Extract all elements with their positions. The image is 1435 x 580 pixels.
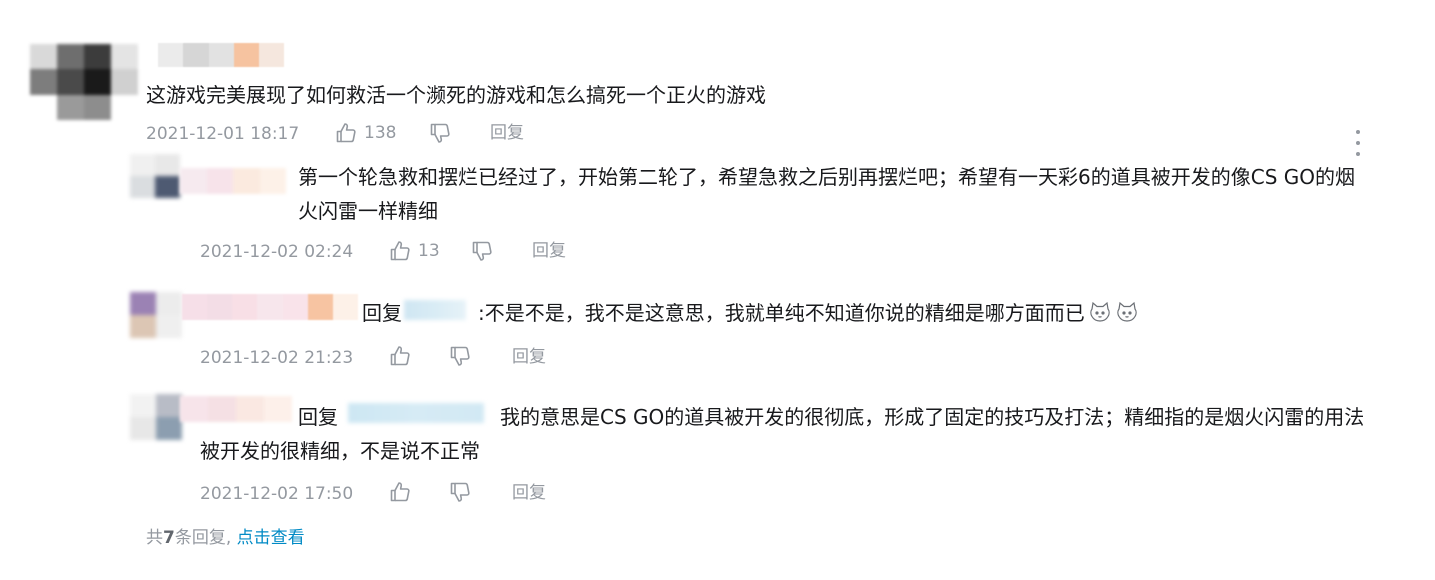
view-all-replies-link[interactable]: 点击查看 bbox=[237, 528, 305, 548]
reply-time: 2021-12-02 21:23 bbox=[200, 348, 354, 368]
thumbs-up-icon bbox=[390, 241, 410, 261]
like-count: 13 bbox=[418, 241, 440, 261]
reply-button[interactable]: 回复 bbox=[512, 345, 546, 369]
reply-button[interactable]: 回复 bbox=[512, 481, 546, 505]
reply-text: 第一个轮急救和摆烂已经过了，开始第二轮了，希望急救之后别再摆烂吧；希望有一天彩6… bbox=[298, 160, 1373, 228]
thumbs-down-icon bbox=[430, 123, 450, 143]
like-button[interactable]: 138 bbox=[334, 121, 396, 145]
dislike-button[interactable] bbox=[470, 239, 494, 263]
like-button[interactable] bbox=[388, 344, 412, 368]
thumbs-down-icon bbox=[450, 346, 470, 366]
reply-label: 回复 bbox=[532, 241, 566, 261]
reply-label: 回复 bbox=[512, 347, 546, 367]
cat-face-emoji bbox=[1090, 301, 1110, 322]
kebab-dot bbox=[1356, 152, 1360, 156]
reply-text-content: :不是不是，我不是这意思，我就单纯不知道你说的精细是哪方面而已 bbox=[478, 301, 1085, 325]
reply-label: 回复 bbox=[512, 483, 546, 503]
reply-text-content: 第一个轮急救和摆烂已经过了，开始第二轮了，希望急救之后别再摆烂吧；希望有一天彩6… bbox=[298, 165, 1355, 223]
more-vertical-icon[interactable] bbox=[1350, 130, 1366, 156]
like-button[interactable] bbox=[388, 480, 412, 504]
reply-avatar[interactable] bbox=[130, 154, 180, 198]
thumbs-up-icon bbox=[336, 123, 356, 143]
reply-button[interactable]: 回复 bbox=[490, 121, 524, 145]
comment-text: 这游戏完美展现了如何救活一个濒死的游戏和怎么搞死一个正火的游戏 bbox=[146, 83, 766, 107]
username-redacted[interactable] bbox=[108, 43, 284, 67]
dislike-button[interactable] bbox=[428, 121, 452, 145]
footer-prefix: 共 bbox=[146, 528, 163, 548]
reply-avatar[interactable] bbox=[130, 292, 182, 338]
reply-count-summary: 共7条回复, 点击查看 bbox=[146, 523, 305, 548]
comment-time: 2021-12-01 18:17 bbox=[146, 124, 300, 144]
dislike-button[interactable] bbox=[448, 344, 472, 368]
reply-prefix: 回复 bbox=[362, 301, 402, 325]
thumbs-down-icon bbox=[450, 482, 470, 502]
reply-text: :不是不是，我不是这意思，我就单纯不知道你说的精细是哪方面而已 bbox=[478, 296, 1139, 330]
reply-label: 回复 bbox=[490, 123, 524, 143]
thumbs-down-icon bbox=[472, 241, 492, 261]
like-button[interactable]: 13 bbox=[388, 239, 440, 263]
dislike-button[interactable] bbox=[448, 480, 472, 504]
reply-time: 2021-12-02 17:50 bbox=[200, 484, 354, 504]
reply-text: 我的意思是CS GO的道具被开发的很彻底，形成了固定的技巧及打法；精细指的是烟火… bbox=[200, 405, 1365, 463]
thumbs-up-icon bbox=[390, 346, 410, 366]
footer-count: 7 bbox=[163, 528, 175, 548]
kebab-dot bbox=[1356, 130, 1360, 134]
reply-username-redacted[interactable] bbox=[182, 294, 358, 320]
mention-redacted[interactable] bbox=[404, 300, 466, 320]
reply-button[interactable]: 回复 bbox=[532, 239, 566, 263]
thumbs-up-icon bbox=[390, 482, 410, 502]
footer-suffix: 条回复, bbox=[174, 528, 232, 548]
reply-avatar[interactable] bbox=[130, 394, 182, 440]
reply-time: 2021-12-02 02:24 bbox=[200, 242, 354, 262]
cat-face-emoji bbox=[1117, 301, 1137, 322]
kebab-dot bbox=[1356, 141, 1360, 145]
like-count: 138 bbox=[364, 123, 397, 143]
